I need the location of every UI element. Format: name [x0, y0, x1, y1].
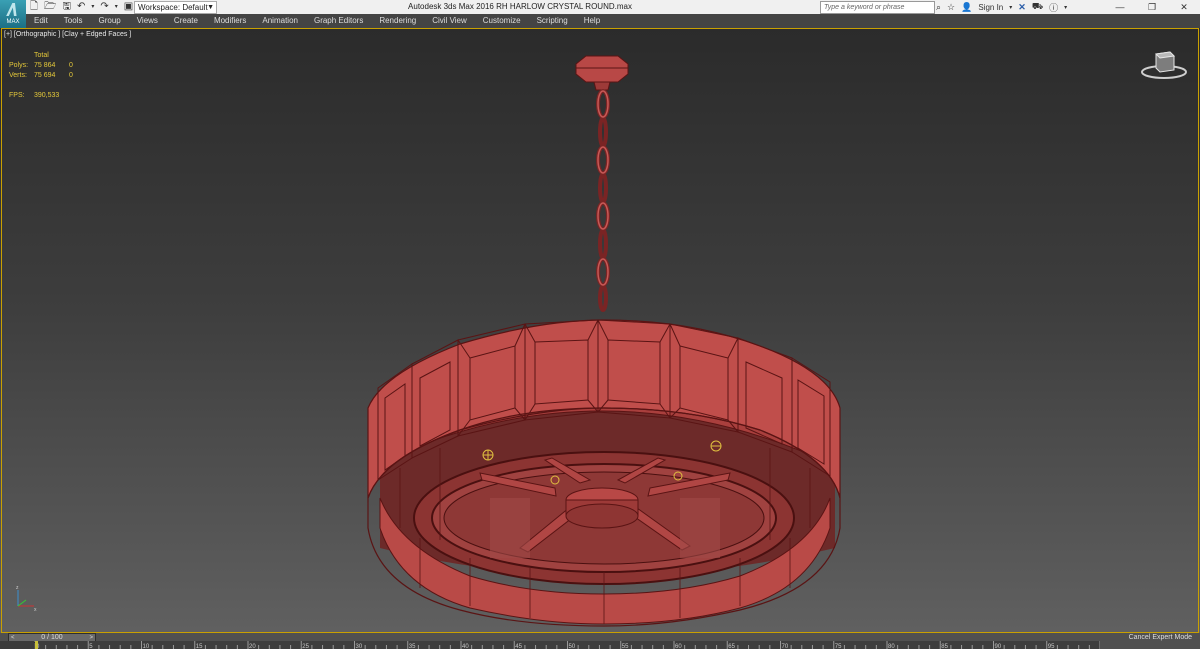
search-input[interactable]: Type a keyword or phrase [820, 1, 935, 14]
user-icon[interactable]: 👤 [961, 2, 972, 13]
status-bar-left [0, 641, 34, 649]
menu-group[interactable]: Group [90, 14, 128, 28]
timeline-tick-label: 15 [196, 644, 203, 649]
timeline-tick-label: 65 [728, 644, 735, 649]
exchange-icon[interactable]: ✕ [1018, 2, 1026, 13]
polys-total: 75 864 [34, 62, 56, 69]
svg-text:z: z [16, 585, 19, 591]
polys-selected: 0 [69, 62, 73, 69]
chevron-down-icon[interactable]: ▾ [1009, 4, 1012, 11]
viewcube-icon[interactable] [1140, 46, 1188, 82]
chandelier-model [367, 55, 841, 627]
timeline-tick-label: 60 [675, 644, 682, 649]
timeline-tick-label: 80 [888, 644, 895, 649]
axis-tripod-icon: z x [16, 585, 37, 613]
menu-tools[interactable]: Tools [56, 14, 91, 28]
track-bar[interactable]: 0510152025303540455055606570758085909510… [35, 641, 1100, 649]
timeline-tick-label: 45 [515, 644, 522, 649]
current-frame-marker [35, 641, 38, 649]
timeline-tick-label: 30 [356, 644, 363, 649]
verts-total: 75 694 [34, 72, 56, 79]
cart-icon[interactable]: ⛟ [1032, 1, 1043, 13]
timeline-tick-label: 20 [249, 644, 256, 649]
fps-label: FPS: [9, 92, 25, 99]
max-logo-icon [5, 3, 20, 16]
stats-header: Total [34, 52, 49, 59]
timeline-tick-label: 40 [462, 644, 469, 649]
menu-views[interactable]: Views [129, 14, 166, 28]
verts-label: Verts: [9, 72, 27, 79]
help-dropdown-icon[interactable]: ▾ [1064, 4, 1067, 11]
menu-edit[interactable]: Edit [26, 14, 56, 28]
timeline-tick-label: 90 [995, 644, 1002, 649]
menu-help[interactable]: Help [576, 14, 608, 28]
menu-create[interactable]: Create [166, 14, 206, 28]
timeline-tick-label: 70 [782, 644, 789, 649]
viewport-label-menu[interactable]: [+] [Orthographic ] [Clay + Edged Faces … [4, 31, 131, 38]
frame-counter: 0 / 100 [41, 634, 63, 641]
timeline-tick-label: 85 [941, 644, 948, 649]
menu-modifiers[interactable]: Modifiers [206, 14, 254, 28]
timeline-tick-label: 75 [835, 644, 842, 649]
minimize-icon[interactable]: — [1104, 0, 1136, 14]
timeline-tick-label: 35 [409, 644, 416, 649]
viewport-statistics: Total Polys: 75 864 0 Verts: 75 694 0 FPS: 39… [9, 51, 73, 101]
star-icon[interactable]: ☆ [947, 2, 955, 13]
menu-animation[interactable]: Animation [254, 14, 306, 28]
menu-customize[interactable]: Customize [475, 14, 529, 28]
menu-civil-view[interactable]: Civil View [424, 14, 475, 28]
timeline-tick-label: 95 [1048, 644, 1055, 649]
menu-graph-editors[interactable]: Graph Editors [306, 14, 371, 28]
perspective-viewport[interactable]: [+] [Orthographic ] [Clay + Edged Faces … [0, 28, 1200, 633]
fps-value: 390,533 [34, 92, 60, 99]
svg-text:x: x [34, 607, 37, 613]
sign-in-button[interactable]: Sign In [978, 3, 1003, 12]
app-menu-button[interactable]: MAX [0, 0, 26, 28]
menu-scripting[interactable]: Scripting [529, 14, 576, 28]
timeline-tick-label: 55 [622, 644, 629, 649]
timeline-tick-label: 25 [302, 644, 309, 649]
help-icon[interactable]: ⓘ [1049, 1, 1058, 14]
timeline: < 0 / 100 > 0510152025303540455055606570… [0, 633, 1200, 649]
title-bar: MAX 🗋 🗁 🖫 ↶ ▾ ↷ ▾ ▣ Workspace: Default ▼ … [0, 0, 1200, 28]
search-icon[interactable]: ⌕ [936, 2, 941, 13]
close-icon[interactable]: ✕ [1168, 0, 1200, 14]
timeline-tick-label: 10 [143, 644, 150, 649]
cancel-expert-mode-button[interactable]: Cancel Expert Mode [1129, 633, 1192, 643]
menu-rendering[interactable]: Rendering [371, 14, 424, 28]
polys-label: Polys: [9, 62, 29, 69]
verts-selected: 0 [69, 72, 73, 79]
restore-icon[interactable]: ❐ [1136, 0, 1168, 14]
menu-bar: Edit Tools Group Views Create Modifiers … [26, 14, 1200, 28]
timeline-tick-label: 50 [569, 644, 576, 649]
